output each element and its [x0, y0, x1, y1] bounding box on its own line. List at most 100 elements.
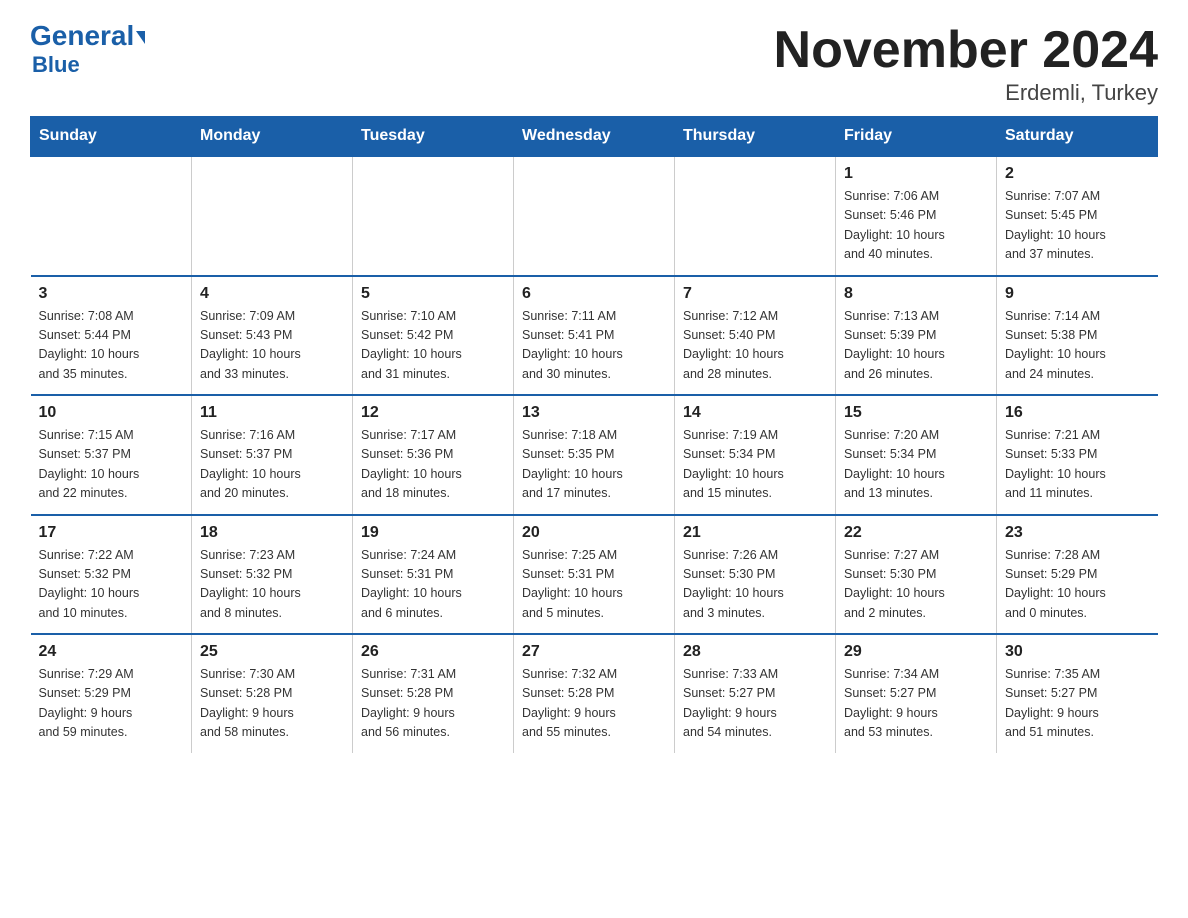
day-number: 2 — [1005, 165, 1150, 183]
day-info: Sunrise: 7:34 AMSunset: 5:27 PMDaylight:… — [844, 665, 988, 743]
day-info: Sunrise: 7:26 AMSunset: 5:30 PMDaylight:… — [683, 546, 827, 624]
day-cell-4-1: 25 Sunrise: 7:30 AMSunset: 5:28 PMDayligh… — [192, 634, 353, 753]
day-cell-4-3: 27 Sunrise: 7:32 AMSunset: 5:28 PMDayligh… — [514, 634, 675, 753]
day-cell-4-6: 30 Sunrise: 7:35 AMSunset: 5:27 PMDayligh… — [997, 634, 1158, 753]
day-cell-0-5: 1Sunrise: 7:06 AMSunset: 5:46 PMDaylight… — [836, 156, 997, 276]
day-number: 27 — [522, 643, 666, 661]
day-number: 10 — [39, 404, 184, 422]
calendar-title: November 2024 — [774, 20, 1158, 80]
day-cell-4-2: 26 Sunrise: 7:31 AMSunset: 5:28 PMDayligh… — [353, 634, 514, 753]
day-info: Sunrise: 7:10 AMSunset: 5:42 PMDaylight:… — [361, 307, 505, 385]
day-number: 7 — [683, 285, 827, 303]
week-row-4: 17Sunrise: 7:22 AMSunset: 5:32 PMDayligh… — [31, 515, 1158, 635]
page-header: General Blue November 2024 Erdemli, Turk… — [30, 20, 1158, 106]
day-cell-3-2: 19 Sunrise: 7:24 AMSunset: 5:31 PMDayligh… — [353, 515, 514, 635]
day-cell-3-4: 21Sunrise: 7:26 AMSunset: 5:30 PMDayligh… — [675, 515, 836, 635]
day-cell-4-5: 29Sunrise: 7:34 AMSunset: 5:27 PMDayligh… — [836, 634, 997, 753]
day-info: Sunrise: 7:07 AMSunset: 5:45 PMDaylight:… — [1005, 187, 1150, 265]
day-number: 28 — [683, 643, 827, 661]
day-number: 4 — [200, 285, 344, 303]
day-cell-2-2: 12 Sunrise: 7:17 AMSunset: 5:36 PMDayligh… — [353, 395, 514, 515]
day-number: 25 — [200, 643, 344, 661]
day-number: 6 — [522, 285, 666, 303]
calendar-subtitle: Erdemli, Turkey — [774, 80, 1158, 106]
day-number: 12 — [361, 404, 505, 422]
day-number: 16 — [1005, 404, 1150, 422]
day-cell-1-6: 9Sunrise: 7:14 AMSunset: 5:38 PMDaylight… — [997, 276, 1158, 396]
header-wednesday: Wednesday — [514, 117, 675, 157]
calendar-header: Sunday Monday Tuesday Wednesday Thursday… — [31, 117, 1158, 157]
day-cell-2-3: 13 Sunrise: 7:18 AMSunset: 5:35 PMDayligh… — [514, 395, 675, 515]
day-info: Sunrise: 7:13 AMSunset: 5:39 PMDaylight:… — [844, 307, 988, 385]
calendar-table: Sunday Monday Tuesday Wednesday Thursday… — [30, 116, 1158, 753]
logo-text: General — [30, 20, 145, 52]
day-info: Sunrise: 7:28 AMSunset: 5:29 PMDaylight:… — [1005, 546, 1150, 624]
day-number: 26 — [361, 643, 505, 661]
calendar-body: 1Sunrise: 7:06 AMSunset: 5:46 PMDaylight… — [31, 156, 1158, 753]
day-number: 19 — [361, 524, 505, 542]
day-cell-1-2: 5 Sunrise: 7:10 AMSunset: 5:42 PMDaylight… — [353, 276, 514, 396]
day-number: 17 — [39, 524, 184, 542]
day-info: Sunrise: 7:06 AMSunset: 5:46 PMDaylight:… — [844, 187, 988, 265]
logo-general: General — [30, 20, 134, 51]
day-cell-2-1: 11 Sunrise: 7:16 AMSunset: 5:37 PMDayligh… — [192, 395, 353, 515]
day-info: Sunrise: 7:29 AMSunset: 5:29 PMDaylight:… — [39, 665, 184, 743]
day-cell-3-6: 23 Sunrise: 7:28 AMSunset: 5:29 PMDayligh… — [997, 515, 1158, 635]
day-number: 15 — [844, 404, 988, 422]
day-number: 5 — [361, 285, 505, 303]
header-thursday: Thursday — [675, 117, 836, 157]
day-cell-1-1: 4 Sunrise: 7:09 AMSunset: 5:43 PMDaylight… — [192, 276, 353, 396]
header-sunday: Sunday — [31, 117, 192, 157]
day-info: Sunrise: 7:31 AMSunset: 5:28 PMDaylight:… — [361, 665, 505, 743]
day-info: Sunrise: 7:30 AMSunset: 5:28 PMDaylight:… — [200, 665, 344, 743]
day-info: Sunrise: 7:15 AMSunset: 5:37 PMDaylight:… — [39, 426, 184, 504]
day-info: Sunrise: 7:23 AMSunset: 5:32 PMDaylight:… — [200, 546, 344, 624]
day-number: 20 — [522, 524, 666, 542]
day-number: 22 — [844, 524, 988, 542]
day-cell-2-4: 14Sunrise: 7:19 AMSunset: 5:34 PMDayligh… — [675, 395, 836, 515]
day-info: Sunrise: 7:25 AMSunset: 5:31 PMDaylight:… — [522, 546, 666, 624]
day-info: Sunrise: 7:11 AMSunset: 5:41 PMDaylight:… — [522, 307, 666, 385]
day-cell-2-5: 15Sunrise: 7:20 AMSunset: 5:34 PMDayligh… — [836, 395, 997, 515]
week-row-5: 24 Sunrise: 7:29 AMSunset: 5:29 PMDayligh… — [31, 634, 1158, 753]
day-cell-0-4 — [675, 156, 836, 276]
day-number: 14 — [683, 404, 827, 422]
day-cell-3-0: 17Sunrise: 7:22 AMSunset: 5:32 PMDayligh… — [31, 515, 192, 635]
day-cell-2-6: 16 Sunrise: 7:21 AMSunset: 5:33 PMDayligh… — [997, 395, 1158, 515]
day-info: Sunrise: 7:32 AMSunset: 5:28 PMDaylight:… — [522, 665, 666, 743]
title-block: November 2024 Erdemli, Turkey — [774, 20, 1158, 106]
week-row-2: 3Sunrise: 7:08 AMSunset: 5:44 PMDaylight… — [31, 276, 1158, 396]
day-number: 30 — [1005, 643, 1150, 661]
day-info: Sunrise: 7:35 AMSunset: 5:27 PMDaylight:… — [1005, 665, 1150, 743]
day-number: 24 — [39, 643, 184, 661]
logo: General Blue — [30, 20, 145, 78]
day-info: Sunrise: 7:21 AMSunset: 5:33 PMDaylight:… — [1005, 426, 1150, 504]
day-cell-2-0: 10 Sunrise: 7:15 AMSunset: 5:37 PMDayligh… — [31, 395, 192, 515]
day-info: Sunrise: 7:33 AMSunset: 5:27 PMDaylight:… — [683, 665, 827, 743]
day-info: Sunrise: 7:16 AMSunset: 5:37 PMDaylight:… — [200, 426, 344, 504]
day-number: 3 — [39, 285, 184, 303]
day-cell-4-0: 24 Sunrise: 7:29 AMSunset: 5:29 PMDayligh… — [31, 634, 192, 753]
header-saturday: Saturday — [997, 117, 1158, 157]
day-number: 13 — [522, 404, 666, 422]
day-info: Sunrise: 7:14 AMSunset: 5:38 PMDaylight:… — [1005, 307, 1150, 385]
day-cell-1-0: 3Sunrise: 7:08 AMSunset: 5:44 PMDaylight… — [31, 276, 192, 396]
day-cell-0-3 — [514, 156, 675, 276]
day-number: 8 — [844, 285, 988, 303]
header-tuesday: Tuesday — [353, 117, 514, 157]
day-cell-1-5: 8 Sunrise: 7:13 AMSunset: 5:39 PMDaylight… — [836, 276, 997, 396]
day-info: Sunrise: 7:12 AMSunset: 5:40 PMDaylight:… — [683, 307, 827, 385]
day-info: Sunrise: 7:18 AMSunset: 5:35 PMDaylight:… — [522, 426, 666, 504]
day-cell-0-0 — [31, 156, 192, 276]
day-number: 23 — [1005, 524, 1150, 542]
week-row-1: 1Sunrise: 7:06 AMSunset: 5:46 PMDaylight… — [31, 156, 1158, 276]
day-cell-3-3: 20 Sunrise: 7:25 AMSunset: 5:31 PMDayligh… — [514, 515, 675, 635]
day-cell-1-4: 7 Sunrise: 7:12 AMSunset: 5:40 PMDaylight… — [675, 276, 836, 396]
day-cell-3-1: 18Sunrise: 7:23 AMSunset: 5:32 PMDayligh… — [192, 515, 353, 635]
day-info: Sunrise: 7:17 AMSunset: 5:36 PMDaylight:… — [361, 426, 505, 504]
week-row-3: 10 Sunrise: 7:15 AMSunset: 5:37 PMDayligh… — [31, 395, 1158, 515]
day-info: Sunrise: 7:24 AMSunset: 5:31 PMDaylight:… — [361, 546, 505, 624]
header-friday: Friday — [836, 117, 997, 157]
day-info: Sunrise: 7:09 AMSunset: 5:43 PMDaylight:… — [200, 307, 344, 385]
day-number: 11 — [200, 404, 344, 422]
